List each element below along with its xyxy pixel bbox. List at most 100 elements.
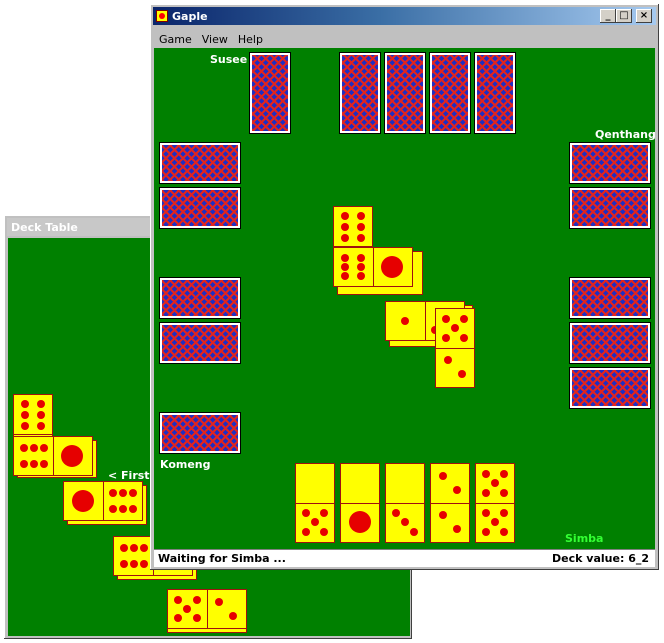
opponent-card-back: [339, 52, 381, 134]
domino-half: [207, 590, 246, 628]
domino-half: [14, 395, 52, 435]
pip: [357, 223, 365, 231]
pip: [119, 489, 127, 497]
domino-half: [373, 248, 412, 286]
maximize-button[interactable]: □: [616, 9, 632, 23]
hand-domino-0-1[interactable]: [340, 463, 380, 543]
pip: [193, 614, 201, 622]
deck-domino-5-2: [167, 589, 247, 629]
pip: [140, 544, 148, 552]
pip: [444, 356, 452, 364]
pip: [500, 489, 508, 497]
window-title: Gaple: [172, 9, 208, 23]
status-message: Waiting for Simba ...: [158, 552, 286, 565]
pip: [174, 596, 182, 604]
menu-help[interactable]: Help: [233, 31, 268, 49]
pip: [302, 528, 310, 536]
domino-half: [436, 348, 474, 387]
domino-half: [341, 503, 379, 542]
hand-domino-2-2[interactable]: [430, 463, 470, 543]
pip: [482, 509, 490, 517]
pip: [302, 509, 310, 517]
domino-half: [386, 302, 426, 340]
close-button[interactable]: ×: [636, 9, 652, 23]
minimize-button[interactable]: _: [600, 9, 616, 23]
pip: [453, 525, 461, 533]
pip: [20, 460, 28, 468]
menu-view[interactable]: View: [197, 31, 233, 49]
pip: [491, 479, 499, 487]
opponent-card-back: [569, 187, 651, 229]
pip: [320, 528, 328, 536]
domino-half: [114, 537, 154, 575]
pip: [357, 263, 365, 271]
domino-half: [168, 590, 208, 628]
pip: [40, 460, 48, 468]
pip: [482, 528, 490, 536]
deck-domino-6-1: [13, 436, 93, 476]
pip: [30, 444, 38, 452]
pip: [460, 315, 468, 323]
domino-half: [386, 464, 424, 504]
domino-half: [386, 503, 424, 542]
opponent-card-back: [159, 277, 241, 319]
pip: [410, 528, 418, 536]
pip: [439, 511, 447, 519]
pip: [451, 324, 459, 332]
pip: [357, 272, 365, 280]
deck-domino-1-6: [63, 481, 143, 521]
domino-half: [341, 464, 379, 504]
domino-half: [103, 482, 142, 520]
domino-half: [436, 309, 474, 349]
pip: [109, 505, 117, 513]
pip: [129, 505, 137, 513]
domino-half: [296, 503, 334, 542]
pip: [140, 560, 148, 568]
domino-half: [431, 464, 469, 504]
player-name-bottom: Simba: [565, 532, 604, 545]
pip: [500, 528, 508, 536]
pip: [392, 509, 400, 517]
pip: [130, 560, 138, 568]
opponent-card-back: [384, 52, 426, 134]
pip: [120, 560, 128, 568]
pip: [311, 518, 319, 526]
hand-domino-0-5[interactable]: [295, 463, 335, 543]
pip: [21, 422, 29, 430]
pip: [193, 596, 201, 604]
hand-domino-5-5[interactable]: [475, 463, 515, 543]
pip: [174, 614, 182, 622]
pip: [482, 489, 490, 497]
pip: [381, 256, 403, 278]
pip: [21, 400, 29, 408]
pip: [37, 422, 45, 430]
domino-half: [64, 482, 104, 520]
pip: [500, 470, 508, 478]
pip: [320, 509, 328, 517]
played-domino-5-2: [435, 308, 475, 388]
gaple-titlebar[interactable]: Gaple _ □ ×: [153, 7, 656, 25]
played-domino-6-1: [333, 247, 413, 287]
pip: [349, 511, 371, 533]
pip: [357, 212, 365, 220]
opponent-card-back: [569, 367, 651, 409]
domino-half: [14, 437, 54, 475]
deck-table-title: Deck Table: [11, 220, 78, 234]
pip: [341, 223, 349, 231]
menu-game[interactable]: Game: [154, 31, 197, 49]
pip: [500, 509, 508, 517]
pip: [458, 370, 466, 378]
pip: [341, 212, 349, 220]
player-name-right: Qenthang: [595, 128, 656, 141]
opponent-card-back: [249, 52, 291, 134]
pip: [453, 486, 461, 494]
opponent-card-back: [159, 322, 241, 364]
app-domino-icon: [156, 10, 168, 22]
pip: [61, 445, 83, 467]
pip: [341, 272, 349, 280]
domino-half: [53, 437, 92, 475]
opponent-card-back: [159, 412, 241, 454]
pip: [357, 254, 365, 262]
domino-half: [476, 503, 514, 542]
hand-domino-0-3[interactable]: [385, 463, 425, 543]
